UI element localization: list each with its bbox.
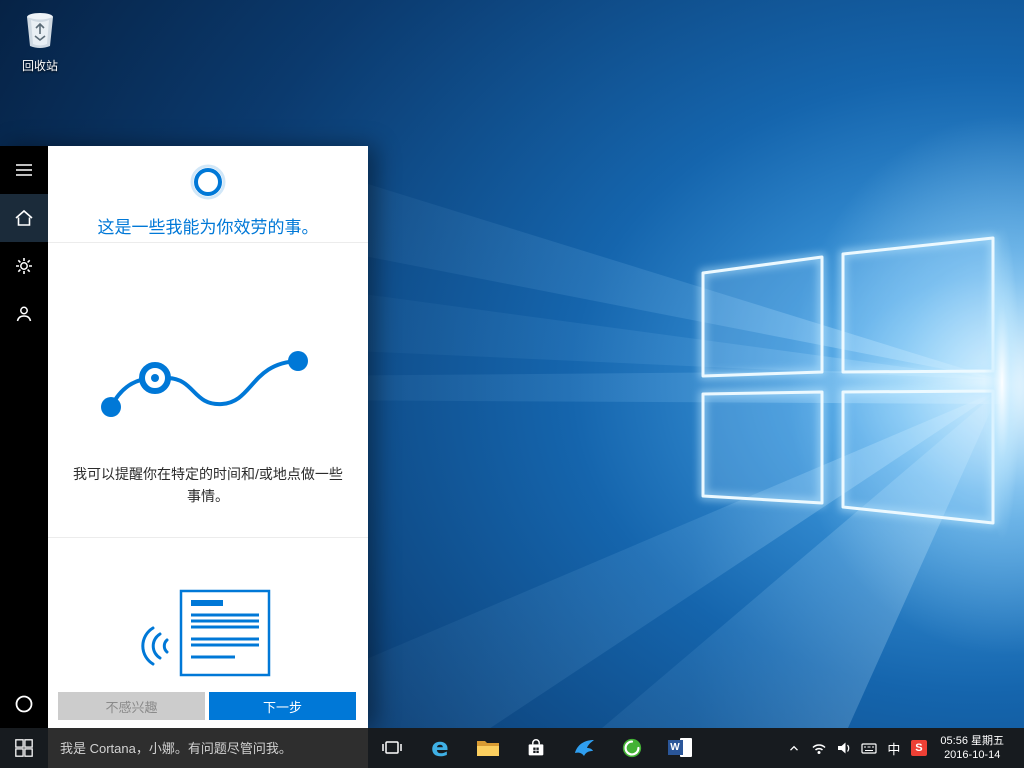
task-view-icon <box>382 741 402 754</box>
recycle-bin-label: 回收站 <box>21 59 58 73</box>
not-interested-button[interactable]: 不感兴趣 <box>58 692 205 720</box>
task-view-button[interactable] <box>368 728 416 768</box>
cortana-circle-icon <box>15 695 33 713</box>
windows-logo-icon <box>15 739 33 757</box>
settings-button[interactable] <box>0 242 48 290</box>
gear-icon <box>16 258 32 274</box>
sogou-ime-button[interactable]: S <box>906 728 931 768</box>
hamburger-icon <box>16 164 32 176</box>
cortana-search-input[interactable] <box>48 728 368 768</box>
network-wifi-icon <box>812 744 826 754</box>
reminder-illustration <box>101 351 308 417</box>
panel-title: 这是一些我能为你效劳的事。 <box>97 218 319 237</box>
feedback-button[interactable] <box>0 290 48 338</box>
file-explorer-icon <box>477 741 499 756</box>
cortana-panel: 这是一些我能为你效劳的事。 我可以提醒你在特定的时间和/或地点做一些事情。 不感… <box>48 146 368 728</box>
taskbar-edge-button[interactable]: e <box>416 728 464 768</box>
menu-button[interactable] <box>0 146 48 194</box>
start-button[interactable] <box>0 728 48 768</box>
hidden-icons-button[interactable] <box>781 728 806 768</box>
clock-date: 2016-10-14 <box>944 749 1001 761</box>
taskbar-file-explorer-button[interactable] <box>464 728 512 768</box>
chevron-up-icon <box>789 745 798 751</box>
word-icon: W <box>667 736 693 760</box>
network-button[interactable] <box>806 728 831 768</box>
home-button[interactable] <box>0 194 48 242</box>
taskbar-word-button[interactable]: W <box>656 728 704 768</box>
panel-header: 这是一些我能为你效劳的事。 <box>48 146 368 243</box>
clock-time: 05:56 星期五 <box>940 735 1004 747</box>
documents-card: 不感兴趣 下一步 <box>48 538 368 728</box>
feedback-person-icon <box>16 306 32 322</box>
green-browser-icon <box>622 738 642 758</box>
touch-keyboard-button[interactable] <box>856 728 881 768</box>
volume-icon <box>837 742 850 754</box>
reminder-card: 我可以提醒你在特定的时间和/或地点做一些事情。 <box>48 243 368 538</box>
edge-icon: e <box>431 733 449 763</box>
home-icon <box>15 209 33 226</box>
system-tray: 中 S 05:56 星期五 2016-10-14 <box>781 728 1024 768</box>
cortana-flyout: 这是一些我能为你效劳的事。 我可以提醒你在特定的时间和/或地点做一些事情。 不感… <box>0 146 368 728</box>
thunder-bird-icon <box>575 740 594 756</box>
cortana-sidebar <box>0 146 48 728</box>
taskbar-thunder-button[interactable] <box>560 728 608 768</box>
taskbar-store-button[interactable] <box>512 728 560 768</box>
recycle-bin-shortcut[interactable]: 回收站 <box>12 10 68 74</box>
desktop: 回收站 这是一些我能为你效劳的事。 我可以提醒你在特定的时间和/或地点做一些事情… <box>0 0 1024 768</box>
volume-button[interactable] <box>831 728 856 768</box>
cortana-home-button[interactable] <box>0 680 48 728</box>
cortana-search-bar[interactable] <box>48 728 368 768</box>
store-icon <box>528 739 544 756</box>
word-letter: W <box>670 742 680 753</box>
document-illustration <box>141 589 271 677</box>
taskbar-browser-button[interactable] <box>608 728 656 768</box>
reminder-text: 我可以提醒你在特定的时间和/或地点做一些事情。 <box>73 466 343 504</box>
touch-keyboard-icon <box>861 743 877 754</box>
next-button[interactable]: 下一步 <box>209 692 356 720</box>
recycle-bin-icon <box>27 13 53 48</box>
ime-language-button[interactable]: 中 <box>881 728 906 768</box>
cortana-ring-icon <box>190 164 226 200</box>
panel-buttons: 不感兴趣 下一步 <box>58 692 356 720</box>
sogou-icon: S <box>910 740 927 756</box>
clock[interactable]: 05:56 星期五 2016-10-14 <box>931 734 1013 762</box>
